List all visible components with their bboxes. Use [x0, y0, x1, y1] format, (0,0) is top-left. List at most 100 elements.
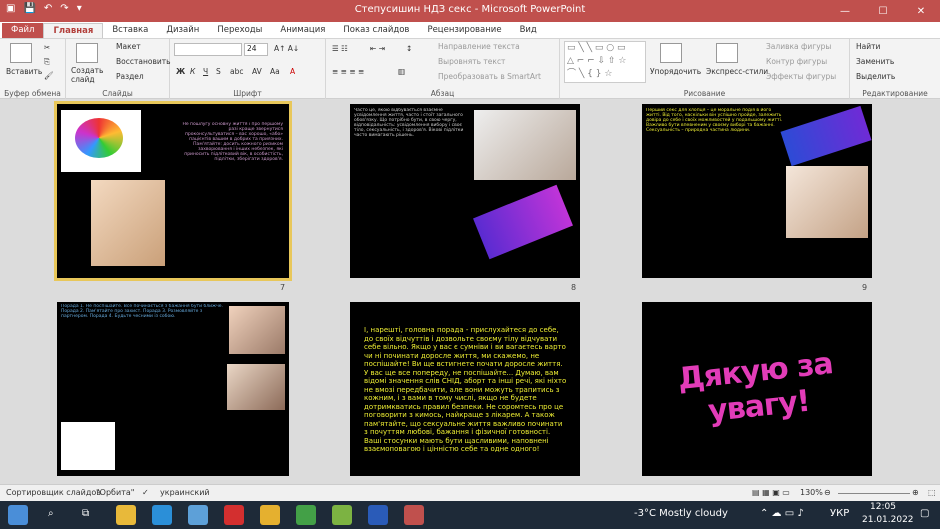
slide-number: 8	[571, 283, 577, 292]
group-slides: Создать слайд Макет Восстановить Раздел …	[66, 39, 171, 99]
maximize-icon[interactable]: ☐	[864, 0, 902, 22]
format-painter-icon[interactable]: 🖌	[44, 71, 54, 80]
shape-fill-button[interactable]: Заливка фигуры	[766, 42, 831, 51]
language-indicator[interactable]: УКР	[830, 508, 849, 519]
spellcheck-icon[interactable]: ✓	[142, 488, 149, 497]
copy-icon[interactable]: ⎘	[44, 57, 50, 67]
indent-icon[interactable]: ⇤ ⇥	[370, 44, 385, 53]
paste-button[interactable]: Вставить	[6, 67, 42, 76]
taskbar: ⌕ ⧉ -3°C Mostly cloudy ⌃ ☁ ▭ ♪ УКР 12:05…	[0, 501, 940, 529]
mail-icon[interactable]	[188, 505, 208, 525]
search-icon[interactable]: ⌕	[48, 508, 54, 519]
tray-icons[interactable]: ⌃ ☁ ▭ ♪	[760, 508, 804, 519]
tab-view[interactable]: Вид	[511, 23, 546, 38]
slide-text: Не пошлугу основну життя і про першому р…	[182, 122, 283, 162]
font-size-input[interactable]: 24	[244, 43, 268, 56]
theme-label: "Орбита"	[96, 488, 135, 497]
chrome-icon-2[interactable]	[296, 505, 316, 525]
cut-icon[interactable]: ✂	[44, 43, 50, 52]
reset-button[interactable]: Восстановить	[116, 57, 171, 66]
zoom-out-icon[interactable]: ⊖	[824, 488, 831, 497]
bold-icon[interactable]: Ж	[176, 67, 185, 76]
slide-thumbnail[interactable]: І, нарешті, головна порада - прислухайте…	[350, 302, 580, 476]
tab-slideshow[interactable]: Показ слайдов	[334, 23, 418, 38]
smartart-button[interactable]: Преобразовать в SmartArt	[438, 72, 541, 81]
italic-icon[interactable]: К	[190, 67, 195, 76]
ribbon-tabs: Файл Главная Вставка Дизайн Переходы Ани…	[0, 22, 940, 39]
windows-start-icon[interactable]	[8, 505, 28, 525]
tab-animations[interactable]: Анимация	[271, 23, 334, 38]
notifications-icon[interactable]: ▢	[920, 508, 929, 519]
fit-icon[interactable]: ⬚	[928, 488, 936, 497]
group-label-font: Шрифт	[233, 89, 262, 98]
group-label-drawing: Рисование	[683, 89, 726, 98]
group-label-editing: Редактирование	[862, 89, 928, 98]
word-icon[interactable]	[368, 505, 388, 525]
slide-thumbnail[interactable]: Часто це, якою відбувається взаємне усві…	[350, 104, 580, 278]
section-button[interactable]: Раздел	[116, 72, 144, 81]
ribbon: Вставить ✂ ⎘ 🖌 Буфер обмена Создать слай…	[0, 39, 940, 99]
strike-icon[interactable]: abc	[230, 67, 243, 76]
weather-text[interactable]: -3°C Mostly cloudy	[634, 508, 728, 519]
group-clipboard: Вставить ✂ ⎘ 🖌 Буфер обмена	[0, 39, 66, 99]
tab-transitions[interactable]: Переходы	[208, 23, 271, 38]
view-buttons[interactable]: ▤ ▦ ▣ ▭	[752, 488, 790, 497]
paste-icon[interactable]	[10, 43, 32, 63]
shape-outline-button[interactable]: Контур фигуры	[766, 57, 827, 66]
columns-icon[interactable]: ▥	[398, 67, 405, 76]
powerpoint-taskbar-icon[interactable]	[404, 505, 424, 525]
shadow-icon[interactable]: S	[216, 67, 221, 76]
slide-thumbnail[interactable]: Дякую за увагу!	[642, 302, 872, 476]
minimize-icon[interactable]: —	[826, 0, 864, 22]
couple-image	[229, 306, 285, 354]
align-text-button[interactable]: Выровнять текст	[438, 57, 505, 66]
task-view-icon[interactable]: ⧉	[82, 508, 89, 519]
font-family-input[interactable]	[174, 43, 242, 56]
replace-button[interactable]: Заменить	[856, 57, 894, 66]
opera-icon[interactable]	[224, 505, 244, 525]
quick-styles-button[interactable]: Экспресс-стили	[706, 67, 768, 76]
close-icon[interactable]: ✕	[902, 0, 940, 22]
tab-review[interactable]: Рецензирование	[418, 23, 510, 38]
zoom-in-icon[interactable]: ⊕	[912, 488, 919, 497]
chrome-icon[interactable]	[116, 505, 136, 525]
zoom-slider[interactable]	[838, 493, 910, 494]
group-label-slides: Слайды	[102, 89, 133, 98]
edge-icon[interactable]	[152, 505, 172, 525]
quick-styles-icon[interactable]	[716, 43, 738, 63]
layout-button[interactable]: Макет	[116, 42, 141, 51]
clock-date: 21.01.2022	[862, 515, 914, 525]
spacing-icon[interactable]: AV	[252, 67, 262, 76]
decorative-title	[780, 105, 872, 167]
slide-thumbnail[interactable]: Порада 1. Не поспішайте. Все починається…	[57, 302, 289, 476]
arrange-button[interactable]: Упорядочить	[650, 67, 701, 76]
group-paragraph: ☰ ☷ ⇤ ⇥ ↕ ≡ ≡ ≡ ≡ ▥ Направление текста В…	[326, 39, 560, 99]
tab-insert[interactable]: Вставка	[103, 23, 157, 38]
tab-home[interactable]: Главная	[43, 23, 104, 38]
tab-file[interactable]: Файл	[2, 23, 44, 38]
grow-font-icon[interactable]: A↑ A↓	[274, 44, 299, 53]
new-slide-button[interactable]: Создать слайд	[71, 66, 103, 84]
thanks-text: Дякую за увагу!	[676, 346, 835, 430]
font-color-icon[interactable]: A	[290, 67, 295, 76]
app-icon[interactable]	[332, 505, 352, 525]
line-spacing-icon[interactable]: ↕	[406, 44, 412, 53]
tab-design[interactable]: Дизайн	[157, 23, 208, 38]
explorer-icon[interactable]	[260, 505, 280, 525]
select-button[interactable]: Выделить	[856, 72, 895, 81]
bullets-icon[interactable]: ☰ ☷	[332, 44, 348, 53]
case-icon[interactable]: Aa	[270, 67, 280, 76]
underline-icon[interactable]: Ч	[203, 67, 208, 76]
slide-thumbnail[interactable]: Не пошлугу основну життя і про першому р…	[54, 101, 292, 281]
text-direction-button[interactable]: Направление текста	[438, 42, 520, 51]
align-icons[interactable]: ≡ ≡ ≡ ≡	[332, 67, 364, 76]
shape-effects-button[interactable]: Эффекты фигуры	[766, 72, 836, 81]
slide-image	[61, 110, 141, 172]
shapes-gallery[interactable]: ▭ ╲ ╲ ▭ ○ ▭ △ ⌐ ⌐ ⇩ ⇧ ☆ ⌒ ╲ { } ☆	[564, 41, 646, 83]
find-button[interactable]: Найти	[856, 42, 880, 51]
arrange-icon[interactable]	[660, 43, 682, 63]
new-slide-icon[interactable]	[76, 43, 98, 63]
status-bar: Сортировщик слайдов "Орбита" ✓ украински…	[0, 484, 940, 501]
slide-thumbnail[interactable]: Перший секс для хлопця – це моральне под…	[642, 104, 872, 278]
slide-sorter: Не пошлугу основну життя і про першому р…	[0, 99, 940, 484]
